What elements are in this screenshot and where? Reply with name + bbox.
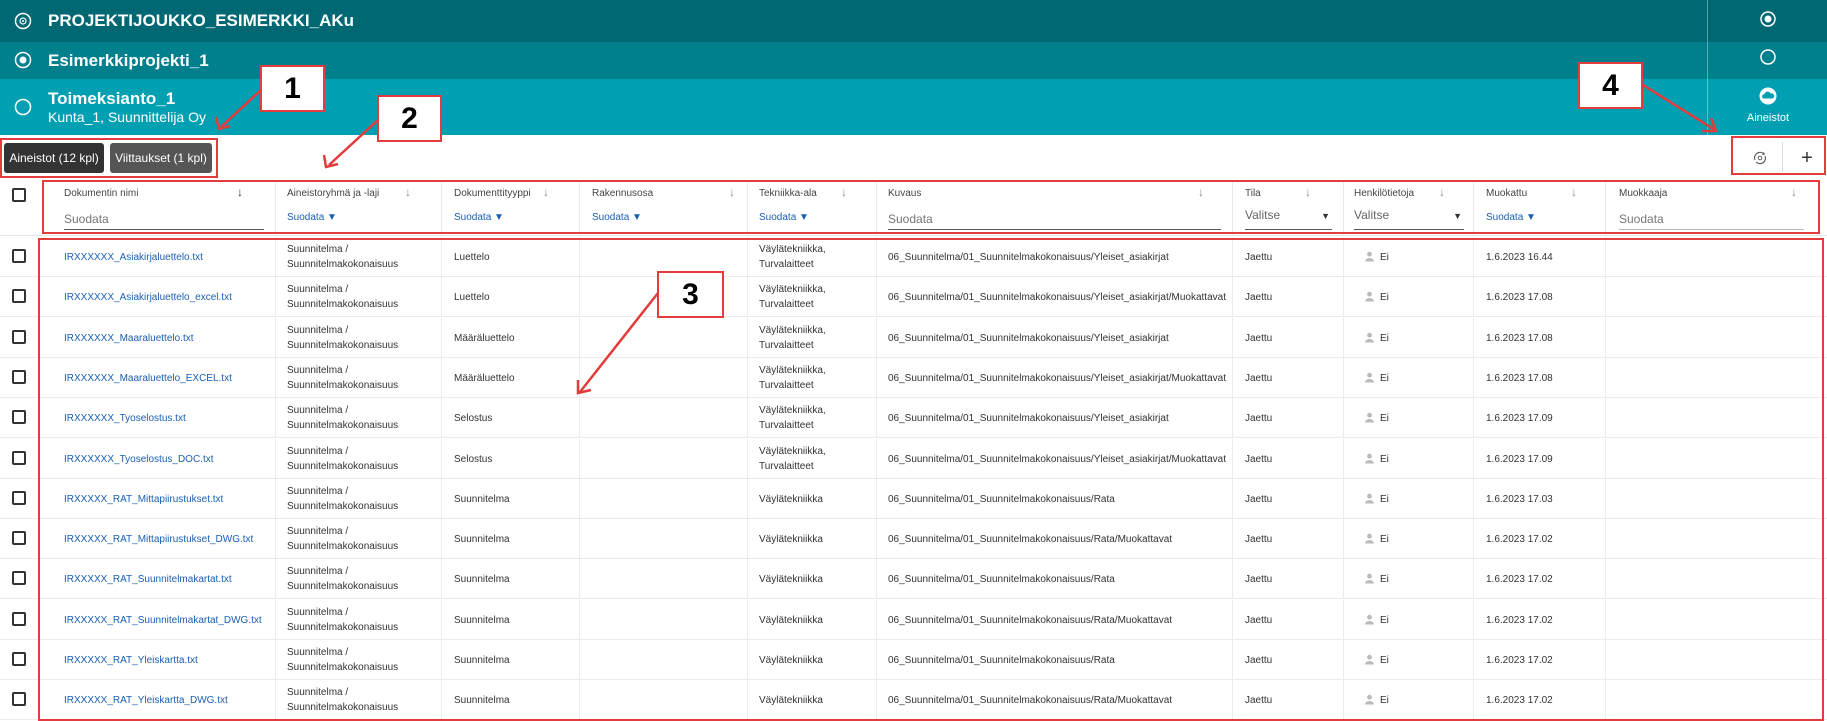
row-checkbox[interactable] [12, 612, 26, 626]
aineistot-label[interactable]: Aineistot [1708, 112, 1827, 124]
row-checkbox[interactable] [12, 571, 26, 585]
annotation-box-1 [0, 138, 218, 178]
row-checkbox[interactable] [12, 370, 26, 384]
group-header[interactable]: PROJEKTIJOUKKO_ESIMERKKI_AKu [0, 0, 1827, 42]
annotation-label-3: 3 [657, 271, 724, 318]
row-checkbox[interactable] [12, 249, 26, 263]
row-checkbox[interactable] [12, 531, 26, 545]
cloud-icon[interactable] [1758, 86, 1778, 106]
row-checkbox[interactable] [12, 652, 26, 666]
group-title: PROJEKTIJOUKKO_ESIMERKKI_AKu [48, 11, 355, 30]
annotation-label-2: 2 [377, 95, 442, 142]
row-checkbox[interactable] [12, 410, 26, 424]
row-checkbox[interactable] [12, 330, 26, 344]
row-checkbox[interactable] [12, 289, 26, 303]
toolbar: Aineistot (12 kpl) Viittaukset (1 kpl) + [0, 135, 1827, 180]
assignment-icon [14, 98, 32, 116]
header-right-column: Aineistot [1707, 0, 1827, 135]
project-ring-icon[interactable] [1758, 47, 1778, 67]
annotation-box-3 [38, 238, 1824, 721]
assignment-title: Toimeksianto_1 [48, 89, 176, 108]
project-title: Esimerkkiprojekti_1 [48, 51, 209, 70]
annotation-box-4 [1731, 136, 1826, 175]
row-checkbox[interactable] [12, 491, 26, 505]
annotation-label-1: 1 [260, 65, 325, 112]
annotation-label-4: 4 [1578, 62, 1643, 109]
select-all-checkbox[interactable] [12, 188, 26, 202]
row-checkbox[interactable] [12, 451, 26, 465]
assignment-subtitle: Kunta_1, Suunnittelija Oy [48, 109, 206, 125]
annotation-box-2 [42, 180, 1820, 234]
group-icon [14, 12, 32, 30]
row-checkbox[interactable] [12, 692, 26, 706]
project-icon [14, 51, 32, 69]
group-target-icon[interactable] [1758, 9, 1778, 29]
